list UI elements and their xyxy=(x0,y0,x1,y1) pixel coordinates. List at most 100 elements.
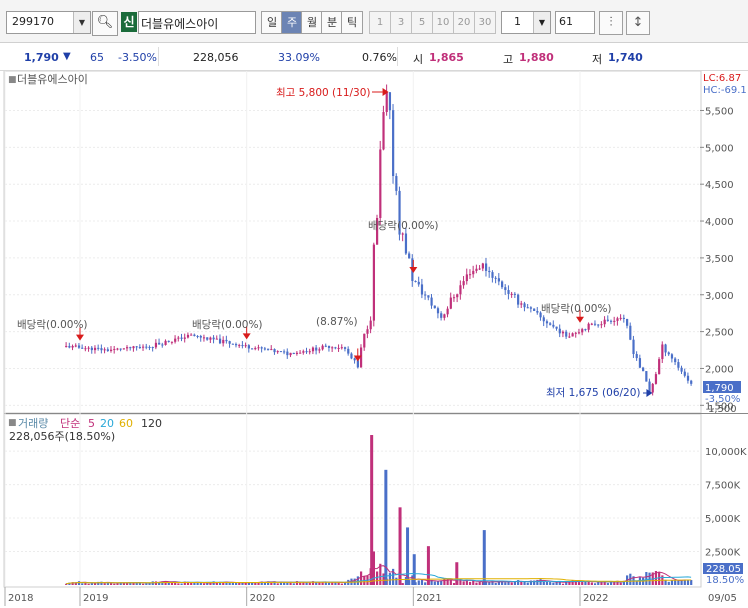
scale-toggle-button[interactable]: ↕ xyxy=(626,11,650,35)
candle-body xyxy=(251,348,254,350)
candle-body xyxy=(113,348,116,350)
count-select[interactable]: 1 ▼ xyxy=(501,11,551,34)
divider xyxy=(397,47,398,66)
candle-body xyxy=(238,345,241,347)
candle-body xyxy=(658,359,661,375)
stock-code-input[interactable]: 299170 ▼ xyxy=(6,11,91,34)
candle-body xyxy=(523,303,526,308)
volume-bar xyxy=(276,583,279,585)
chart-settings-button[interactable]: ⫶ xyxy=(599,11,623,35)
volume-bar xyxy=(308,582,311,585)
candle-body xyxy=(174,338,177,342)
volume-bar xyxy=(388,573,392,585)
candle-body xyxy=(430,297,433,306)
candle-body xyxy=(218,338,222,344)
candle-body xyxy=(459,285,462,295)
candle-body xyxy=(613,320,616,322)
ma-5: 5 xyxy=(88,417,95,430)
candle-body xyxy=(234,344,238,346)
minute-10-button[interactable]: 10 xyxy=(432,11,454,34)
candle-body xyxy=(247,345,251,349)
period-week-button[interactable]: 주 xyxy=(281,11,303,34)
range-input[interactable]: 61 xyxy=(555,11,595,34)
minute-20-button[interactable]: 20 xyxy=(453,11,475,34)
candle-body xyxy=(318,349,321,351)
period-minute-button[interactable]: 분 xyxy=(321,11,343,34)
price-y-tick: 3,500 xyxy=(705,254,734,265)
volume-bar xyxy=(90,583,93,585)
candle-body xyxy=(369,320,372,330)
candle-body xyxy=(677,362,680,368)
minute-1-button[interactable]: 1 xyxy=(369,11,391,34)
candle-body xyxy=(202,337,206,339)
volume-ratio: 33.09% xyxy=(278,51,320,64)
candle-body xyxy=(536,311,539,313)
candle-body xyxy=(568,336,571,338)
turnover: 0.76% xyxy=(362,51,397,64)
period-month-button[interactable]: 월 xyxy=(301,11,323,34)
candle-body xyxy=(664,344,667,353)
volume-bar xyxy=(609,582,613,585)
candle-body xyxy=(545,321,549,324)
candle-body xyxy=(244,345,247,347)
divider xyxy=(158,47,159,66)
candle-body xyxy=(193,334,196,336)
volume: 228,056 xyxy=(193,51,239,64)
volume-bar xyxy=(510,582,513,585)
search-button[interactable]: 🔍︎ xyxy=(92,11,118,36)
candle-body xyxy=(81,347,84,349)
candle-body xyxy=(465,274,468,282)
candle-body xyxy=(129,347,132,349)
search-icon: 🔍︎ xyxy=(96,15,114,30)
candle-body xyxy=(520,303,523,305)
hc-indicator: HC:-69.1 xyxy=(703,85,747,96)
volume-bar xyxy=(154,581,158,585)
candle-body xyxy=(504,287,507,291)
candle-body xyxy=(167,340,170,342)
volume-bar xyxy=(472,580,475,585)
volume-bar xyxy=(577,582,581,585)
candle-body xyxy=(177,337,180,339)
candle-body xyxy=(324,345,327,347)
period-day-button[interactable]: 일 xyxy=(261,11,283,34)
chevron-down-icon[interactable]: ▼ xyxy=(533,12,550,33)
candle-body xyxy=(565,331,568,337)
price-y-tick: 5,500 xyxy=(705,106,734,117)
minute-30-button[interactable]: 30 xyxy=(474,11,496,34)
volume-bar xyxy=(606,583,609,585)
candle-body xyxy=(180,337,183,339)
volume-bar xyxy=(180,583,183,585)
candle-body xyxy=(651,383,654,393)
candle-body xyxy=(680,367,683,372)
candle-body xyxy=(654,374,658,384)
period-tick-button[interactable]: 틱 xyxy=(341,11,363,34)
volume-bar xyxy=(145,583,148,585)
chevron-down-icon[interactable]: ▼ xyxy=(73,12,90,33)
dividend-label-2: 배당락(0.00%) xyxy=(192,319,263,331)
candle-body xyxy=(626,318,629,326)
minute-5-button[interactable]: 5 xyxy=(411,11,433,34)
chart-area[interactable]: 1,500 2,000 2,500 3,000 3,500 4,000 4,500 5,000… xyxy=(0,71,748,608)
candle-body xyxy=(497,278,501,282)
dividend-label-1: 배당락(0.00%) xyxy=(17,319,88,331)
candle-body xyxy=(379,149,382,219)
event-label-3: (8.87%) xyxy=(316,316,358,328)
volume-bar xyxy=(81,583,84,585)
minute-3-button[interactable]: 3 xyxy=(390,11,412,34)
candle-body xyxy=(142,346,145,348)
candle-body xyxy=(158,342,161,345)
x-tick-label: 2021 xyxy=(416,593,441,604)
stock-name-field[interactable]: 더블유에스아이 xyxy=(138,11,256,34)
candle-body xyxy=(517,294,520,305)
volume-bar xyxy=(552,582,555,585)
candle-body xyxy=(395,176,398,191)
volume-bar xyxy=(526,582,529,585)
candle-body xyxy=(334,347,337,349)
candle-body xyxy=(401,233,404,235)
price-y-tick: 5,000 xyxy=(705,143,734,154)
candle-body xyxy=(593,323,597,325)
volume-bar xyxy=(440,580,443,585)
volume-y-tick: 10,000K xyxy=(705,447,747,458)
candle-body xyxy=(481,263,484,269)
price-title: 더블유에스아이 xyxy=(17,73,88,86)
